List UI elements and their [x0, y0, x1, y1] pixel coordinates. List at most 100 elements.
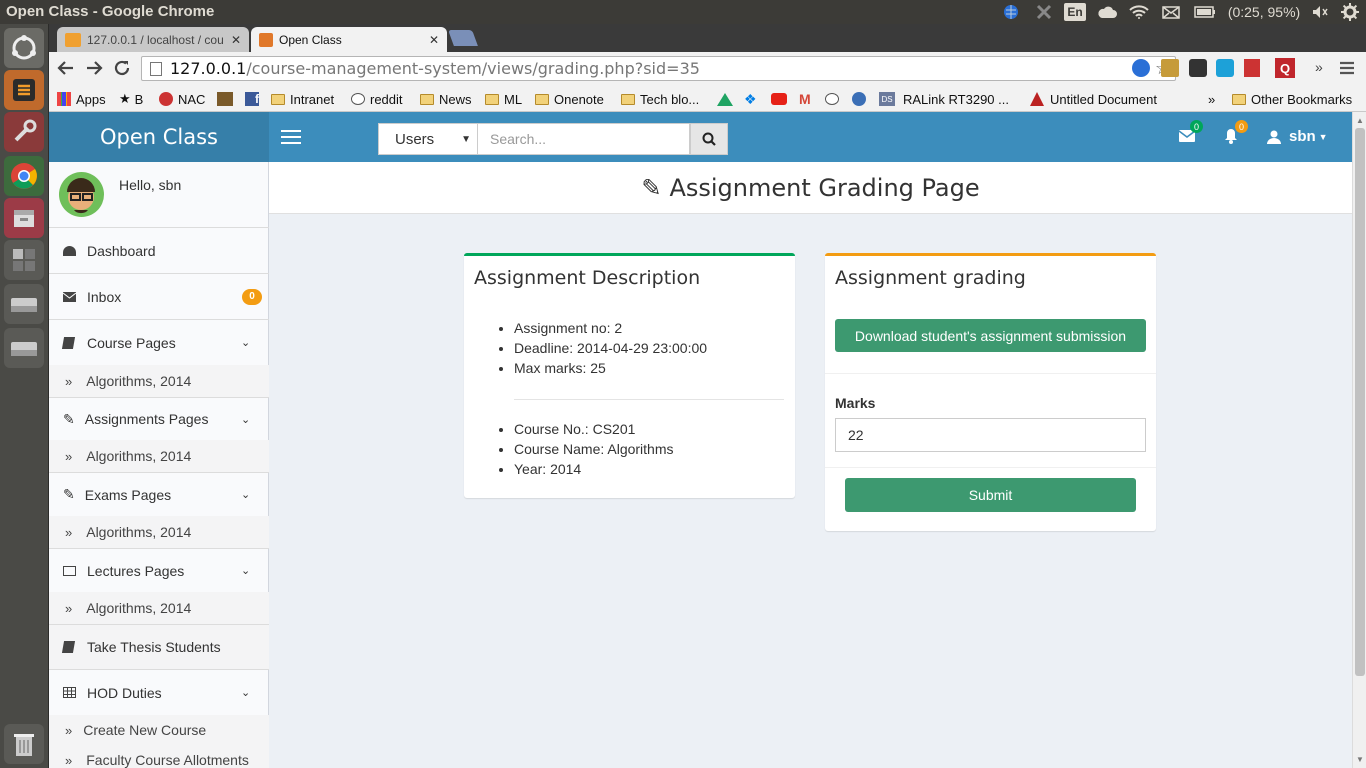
sidebar-subitem-course[interactable]: » Algorithms, 2014 — [49, 365, 269, 397]
menu-hamburger-icon[interactable] — [1339, 60, 1355, 76]
dropbox-bookmark[interactable]: ❖ — [744, 89, 757, 109]
todo-check-icon[interactable] — [1216, 59, 1234, 77]
bookmark-apps[interactable]: Apps — [57, 89, 106, 109]
scrollbar-thumb[interactable] — [1355, 128, 1365, 676]
bookmark-intranet[interactable]: Intranet — [271, 89, 334, 109]
sidebar-subitem-assignments[interactable]: » Algorithms, 2014 — [49, 440, 269, 472]
battery-icon[interactable] — [1193, 3, 1217, 21]
chevron-down-icon: ⌄ — [241, 565, 251, 577]
user-menu[interactable]: sbn ▼ — [1267, 128, 1328, 145]
sidebar-item-exams-pages[interactable]: ✎ Exams Pages ⌄ — [49, 473, 269, 516]
forward-arrow-icon[interactable] — [85, 59, 103, 77]
reload-icon[interactable] — [113, 59, 131, 77]
address-bar[interactable]: 127.0.0.1 /course-management-system/view… — [141, 56, 1176, 81]
caret-down-icon: ▼ — [1318, 131, 1328, 142]
double-chevron-right-icon: » — [65, 448, 73, 464]
bookmark-news[interactable]: News — [420, 89, 472, 109]
google-drive-bookmark[interactable] — [717, 89, 733, 109]
trash-icon[interactable] — [4, 724, 44, 764]
sync-bookmark[interactable] — [852, 89, 866, 109]
scroll-up-arrow-icon[interactable]: ▲ — [1356, 116, 1364, 125]
messages-menu[interactable]: 0 — [1179, 120, 1203, 142]
envelope-icon — [63, 291, 76, 302]
new-tab-button[interactable] — [448, 30, 478, 46]
mail-indicator-icon[interactable] — [1160, 3, 1182, 21]
list-item: Course No.: CS201 — [514, 419, 674, 439]
cloud-icon[interactable] — [1096, 3, 1118, 21]
globe-icon[interactable] — [1001, 3, 1021, 21]
edit-icon: ✎ — [641, 173, 662, 202]
extensions-overflow[interactable]: » — [1315, 59, 1323, 75]
other-bookmarks[interactable]: Other Bookmarks — [1232, 89, 1352, 109]
bookmark-nac[interactable]: NAC — [159, 89, 205, 109]
system-settings-icon[interactable] — [4, 112, 44, 152]
sidebar-subitem-create-course[interactable]: » Create New Course — [49, 715, 269, 745]
tab-phpmyadmin[interactable]: 127.0.0.1 / localhost / cou ✕ — [57, 27, 249, 52]
bookmark-reddit[interactable]: reddit — [351, 89, 403, 109]
translate-globe-icon[interactable] — [1132, 59, 1150, 77]
notifications-menu[interactable]: 0 — [1224, 120, 1248, 144]
bookmark-ralink[interactable]: DS RALink RT3290 ... — [879, 89, 1009, 109]
bookmarks-overflow[interactable]: » — [1208, 89, 1215, 109]
book-icon — [61, 641, 76, 653]
marks-input[interactable]: 22 — [835, 418, 1146, 452]
app-logo[interactable]: Open Class — [49, 112, 269, 162]
keyboard-layout-indicator[interactable]: En — [1064, 3, 1086, 21]
workspace-switcher-icon[interactable] — [4, 240, 44, 280]
folder-icon — [535, 93, 549, 105]
sidebar-item-inbox[interactable]: Inbox 0 — [49, 274, 269, 319]
sublime-text-icon[interactable] — [4, 70, 44, 110]
bookmark-image[interactable] — [217, 89, 233, 109]
sidebar-subitem-faculty-allotments[interactable]: » Faculty Course Allotments — [49, 745, 269, 768]
back-arrow-icon[interactable] — [57, 59, 75, 77]
folder-icon — [485, 93, 499, 105]
youtube-icon — [771, 93, 787, 105]
file-manager-icon[interactable] — [4, 198, 44, 238]
bookmark-ml[interactable]: ML — [485, 89, 522, 109]
box-title: Assignment Description — [474, 267, 701, 289]
sidebar-item-course-pages[interactable]: Course Pages ⌄ — [49, 320, 269, 365]
session-gear-icon[interactable] — [1340, 3, 1360, 21]
sidebar-item-assignments-pages[interactable]: ✎ Assignments Pages ⌄ — [49, 398, 269, 440]
scroll-down-arrow-icon[interactable]: ▼ — [1356, 755, 1364, 764]
bookmark-facebook[interactable]: f — [245, 89, 259, 109]
close-icon[interactable]: ✕ — [231, 33, 241, 47]
sidebar-subitem-lectures[interactable]: » Algorithms, 2014 — [49, 592, 269, 624]
drive-icon[interactable] — [4, 328, 44, 368]
youtube-bookmark[interactable] — [771, 89, 787, 109]
gmail-bookmark[interactable]: M — [799, 89, 811, 109]
search-button[interactable] — [690, 123, 728, 155]
download-submission-button[interactable]: Download student's assignment submission — [835, 319, 1146, 352]
bookmark-onenote[interactable]: Onenote — [535, 89, 604, 109]
sidebar-item-lectures-pages[interactable]: Lectures Pages ⌄ — [49, 549, 269, 592]
volume-icon[interactable] — [1310, 3, 1330, 21]
bookmark-untitled-document[interactable]: Untitled Document — [1030, 89, 1157, 109]
submit-button[interactable]: Submit — [845, 478, 1136, 512]
bookmark-red-icon[interactable] — [1244, 59, 1260, 77]
wifi-icon[interactable] — [1128, 3, 1150, 21]
sidebar-toggle-icon[interactable] — [281, 129, 301, 145]
sidebar-item-hod-duties[interactable]: HOD Duties ⌄ — [49, 670, 269, 715]
sidebar-subitem-exams[interactable]: » Algorithms, 2014 — [49, 516, 269, 548]
bookmark-tech-blogs[interactable]: Tech blo... — [621, 89, 699, 109]
search-icon — [702, 132, 716, 146]
close-icon[interactable]: ✕ — [429, 33, 439, 47]
facebook-extension-icon[interactable] — [1161, 59, 1179, 77]
double-chevron-right-icon: » — [65, 600, 73, 616]
tab-open-class[interactable]: Open Class ✕ — [251, 27, 447, 52]
bookmark-b[interactable]: ★ B — [119, 89, 143, 109]
sidebar: Hello, sbn Dashboard Inbox 0 Course Page… — [49, 162, 269, 768]
drive-icon[interactable] — [4, 284, 44, 324]
sidebar-item-take-thesis-students[interactable]: Take Thesis Students — [49, 625, 269, 669]
pocket-icon[interactable] — [1189, 59, 1207, 77]
sidebar-item-dashboard[interactable]: Dashboard — [49, 228, 269, 273]
search-input[interactable]: Search... — [478, 123, 690, 155]
chrome-icon[interactable] — [4, 156, 44, 196]
dash-home-icon[interactable] — [4, 28, 44, 68]
divider — [825, 373, 1156, 374]
page-scrollbar[interactable]: ▲ ▼ — [1352, 112, 1366, 768]
reddit-alien-bookmark[interactable] — [825, 89, 839, 109]
quora-icon[interactable]: Q — [1275, 58, 1295, 78]
search-category-select[interactable]: Users ▼ — [378, 123, 478, 155]
sync-icon[interactable] — [1034, 3, 1054, 21]
